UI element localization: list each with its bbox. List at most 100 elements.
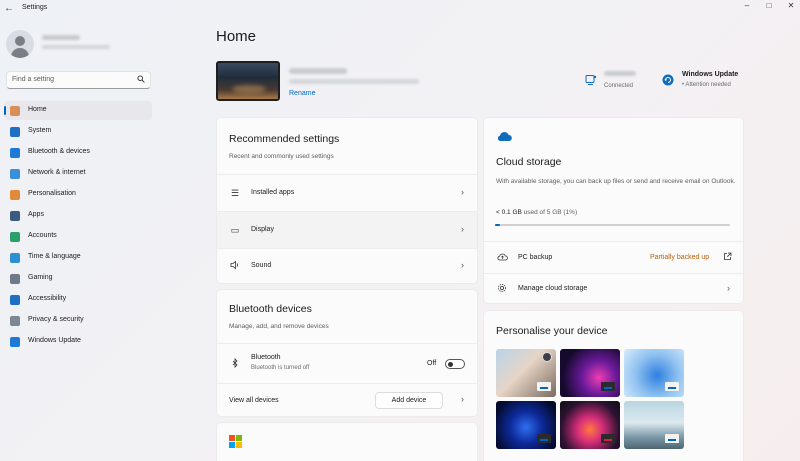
personalise-title: Personalise your device xyxy=(496,325,608,337)
cloud-upload-icon xyxy=(496,252,508,264)
shield-icon xyxy=(10,316,20,326)
wallpaper-1[interactable] xyxy=(496,349,556,397)
bluetooth-devices-card: Bluetooth devices Manage, add, and remov… xyxy=(216,289,478,417)
wallpaper-2[interactable] xyxy=(560,349,620,397)
back-button[interactable]: ← xyxy=(2,2,16,16)
connection-status: Connected xyxy=(604,83,634,89)
search-input[interactable]: Find a setting xyxy=(12,76,54,83)
sidebar-item-label: Time & language xyxy=(28,253,81,260)
avatar[interactable] xyxy=(6,30,34,58)
wallpaper-4[interactable] xyxy=(496,401,556,449)
sidebar-item-gaming[interactable]: Gaming xyxy=(4,269,152,288)
accounts-icon xyxy=(10,232,20,242)
sidebar-item-time-language[interactable]: Time & language xyxy=(4,248,152,267)
storage-used-of: used of 5 GB (1%) xyxy=(523,209,578,216)
sidebar-item-network-internet[interactable]: Network & internet xyxy=(4,164,152,183)
sidebar-item-label: Apps xyxy=(28,211,44,218)
chevron-right-icon: › xyxy=(461,260,464,270)
apps-list-icon: ☰ xyxy=(230,188,240,198)
close-button[interactable]: ✕ xyxy=(782,1,800,13)
bluetooth-toggle[interactable] xyxy=(445,359,465,369)
sidebar-item-accessibility[interactable]: Accessibility xyxy=(4,290,152,309)
chevron-right-icon: › xyxy=(727,283,730,293)
sidebar-item-windows-update[interactable]: Windows Update xyxy=(4,332,152,351)
sidebar-item-bluetooth-devices[interactable]: Bluetooth & devices xyxy=(4,143,152,162)
storage-usage: < 0.1 GB used of 5 GB (1%) xyxy=(496,209,577,216)
network-name-blurred xyxy=(604,71,636,76)
sound-label: Sound xyxy=(251,262,272,269)
slideshow-icon xyxy=(542,352,552,362)
sidebar-item-label: System xyxy=(28,127,52,134)
globe-icon xyxy=(10,253,20,263)
display-label: Display xyxy=(251,226,274,233)
sidebar-item-label: Home xyxy=(28,106,47,113)
sidebar-item-label: Bluetooth & devices xyxy=(28,148,90,155)
update-icon xyxy=(10,337,20,347)
sidebar-item-label: Network & internet xyxy=(28,169,86,176)
pc-backup-label: PC backup xyxy=(518,254,553,261)
title-bar: ← Settings – □ ✕ xyxy=(0,0,800,18)
bluetooth-status: Bluetooth is turned off xyxy=(251,365,310,371)
sidebar-item-label: Gaming xyxy=(28,274,53,281)
manage-cloud-storage-row[interactable]: Manage cloud storage › xyxy=(484,273,743,303)
cloud-storage-card: Cloud storage With available storage, yo… xyxy=(483,117,744,304)
toggle-state-label: Off xyxy=(427,360,437,367)
back-arrow-icon: ← xyxy=(4,3,14,14)
sidebar-item-label: Privacy & security xyxy=(28,316,84,323)
manage-cloud-storage-label: Manage cloud storage xyxy=(518,285,588,292)
storage-used-amount: < 0.1 GB xyxy=(496,209,522,216)
device-model-blurred xyxy=(289,79,419,84)
personalise-card: Personalise your device xyxy=(483,310,744,461)
recommended-title: Recommended settings xyxy=(229,133,340,145)
sidebar-item-system[interactable]: System xyxy=(4,122,152,141)
rename-link[interactable]: Rename xyxy=(289,90,315,97)
cloud-icon xyxy=(496,131,512,144)
pc-backup-row[interactable]: PC backup Partially backed up xyxy=(484,241,743,273)
windows-update-title[interactable]: Windows Update xyxy=(682,71,738,78)
bluetooth-subtitle: Manage, add, and remove devices xyxy=(229,323,329,330)
installed-apps-row[interactable]: ☰ Installed apps › xyxy=(217,174,477,211)
chevron-right-icon: › xyxy=(461,394,464,404)
system-icon xyxy=(10,127,20,137)
search-box[interactable]: Find a setting xyxy=(6,71,151,89)
installed-apps-label: Installed apps xyxy=(251,189,295,196)
view-all-devices-row[interactable]: View all devices Add device › xyxy=(217,383,477,416)
sidebar-item-apps[interactable]: Apps xyxy=(4,206,152,225)
add-device-button[interactable]: Add device xyxy=(375,392,443,409)
sidebar-item-label: Accessibility xyxy=(28,295,67,302)
wallpaper-3[interactable] xyxy=(624,349,684,397)
device-wallpaper-thumbnail xyxy=(216,61,280,101)
maximize-button[interactable]: □ xyxy=(760,1,778,13)
open-external-icon xyxy=(723,252,732,263)
sidebar-item-accounts[interactable]: Accounts xyxy=(4,227,152,246)
bluetooth-icon xyxy=(10,148,20,158)
network-icon xyxy=(10,169,20,179)
windows-update-status-icon[interactable] xyxy=(662,74,674,86)
microsoft-logo-icon xyxy=(229,435,242,448)
wallpaper-6[interactable] xyxy=(624,401,684,449)
chevron-right-icon: › xyxy=(461,187,464,197)
sidebar-item-home[interactable]: Home xyxy=(4,101,152,120)
sidebar-item-personalisation[interactable]: Personalisation xyxy=(4,185,152,204)
sidebar-item-label: Personalisation xyxy=(28,190,76,197)
bluetooth-label: Bluetooth xyxy=(251,354,281,361)
account-name-blurred xyxy=(42,35,80,40)
apps-icon xyxy=(10,211,20,221)
display-row[interactable]: ▭ Display › xyxy=(217,211,477,248)
search-icon xyxy=(137,75,145,85)
chevron-right-icon: › xyxy=(461,224,464,234)
accessibility-icon xyxy=(10,295,20,305)
bluetooth-device-row: Bluetooth Bluetooth is turned off Off xyxy=(217,343,477,383)
recommended-subtitle: Recent and commonly used settings xyxy=(229,153,334,160)
active-indicator xyxy=(4,106,6,115)
sidebar-item-privacy-security[interactable]: Privacy & security xyxy=(4,311,152,330)
sound-row[interactable]: Sound › xyxy=(217,248,477,283)
minimize-button[interactable]: – xyxy=(738,1,756,13)
cloud-storage-description: With available storage, you can back up … xyxy=(496,178,736,185)
network-status-icon[interactable] xyxy=(585,74,597,86)
person-icon xyxy=(15,36,25,46)
device-name-blurred xyxy=(289,68,347,74)
bluetooth-title: Bluetooth devices xyxy=(229,303,312,315)
cloud-storage-title: Cloud storage xyxy=(496,156,562,168)
wallpaper-5[interactable] xyxy=(560,401,620,449)
